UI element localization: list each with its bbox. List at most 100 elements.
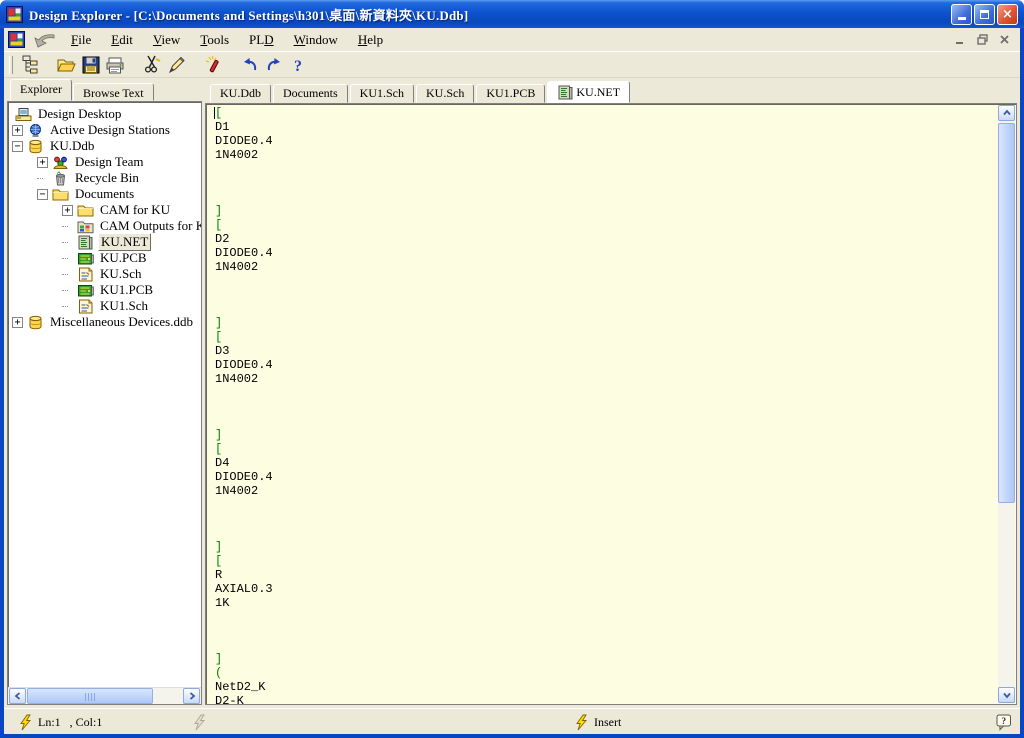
menu-bar: FileEditViewToolsPLDWindowHelp [4,28,1020,52]
expand-toggle[interactable]: + [62,205,73,216]
tree-item-ku-net[interactable]: KU.NET [8,234,201,250]
document-tab-ku-net[interactable]: KU.NET [547,81,630,103]
help-button[interactable]: ? [286,54,310,76]
editor-line: 1N4002 [215,260,997,274]
help-button[interactable]: ? [996,709,1012,734]
editor-line: [ [215,442,997,456]
document-tab-ku1-pcb[interactable]: KU1.PCB [476,84,545,103]
lightning-icon [574,714,589,731]
tree-item-recycle-bin[interactable]: Recycle Bin [8,170,201,186]
menu-help[interactable]: Help [348,30,393,50]
editor-line [215,302,997,316]
protel-logo-icon [8,31,25,48]
sch-icon [77,299,94,314]
run-button[interactable] [201,54,225,76]
menu-edit[interactable]: Edit [101,30,143,50]
pcb-icon [77,251,94,266]
lightning-disabled-icon [192,714,207,731]
close-button[interactable]: × [997,4,1018,25]
save-button[interactable] [79,54,103,76]
insert-mode-indicator: Insert [594,715,621,730]
help-bubble-icon: ? [996,714,1012,731]
panel-tab-browse-text[interactable]: Browse Text [73,83,154,101]
expand-toggle[interactable]: + [12,317,23,328]
editor-line: ] [215,204,997,218]
collapse-toggle[interactable]: − [12,141,23,152]
editor-line: 1K [215,596,997,610]
tree-item-ku1-sch[interactable]: KU1.Sch [8,298,201,314]
open-icon [57,56,77,74]
expand-toggle[interactable]: + [37,157,48,168]
tree-item-ku-pcb[interactable]: KU.PCB [8,250,201,266]
scroll-right-button[interactable] [183,688,200,704]
redo-button[interactable] [262,54,286,76]
open-button[interactable] [55,54,79,76]
editor-line: R [215,568,997,582]
scroll-thumb[interactable] [27,688,153,704]
cut-button[interactable] [140,54,164,76]
tree-item-ku-sch[interactable]: KU.Sch [8,266,201,282]
tree-item-ku-ddb[interactable]: −KU.Ddb [8,138,201,154]
editor-vertical-scrollbar[interactable] [998,105,1015,703]
tree-connector [62,274,68,275]
folder-icon [52,187,69,202]
editor-line: ] [215,428,997,442]
menu-view[interactable]: View [143,30,190,50]
tree-item-cam-for-ku[interactable]: +CAM for KU [8,202,201,218]
menu-file[interactable]: File [61,30,101,50]
minimize-button[interactable] [951,4,972,25]
tree-item-ku1-pcb[interactable]: KU1.PCB [8,282,201,298]
mdi-restore-button[interactable] [973,32,992,48]
tree-item-label: KU1.PCB [98,282,155,298]
document-tab-label: KU.Ddb [220,86,261,101]
editor-line [215,190,997,204]
menu-pld[interactable]: PLD [239,30,284,50]
explorer-tab-bar: ExplorerBrowse Text [7,80,202,101]
editor-line: ] [215,652,997,666]
document-tab-ku-sch[interactable]: KU.Sch [416,84,474,103]
editor-line: D4 [215,456,997,470]
mdi-close-button[interactable] [995,32,1014,48]
undo-button[interactable] [238,54,262,76]
scroll-up-button[interactable] [998,105,1015,121]
mdi-minimize-button[interactable] [951,32,970,48]
tree-horizontal-scrollbar[interactable] [8,687,201,704]
netlist-editor[interactable]: [D1DIODE0.41N4002 ][D2DIODE0.41N4002 ][D… [205,103,1017,705]
expand-toggle[interactable]: + [12,125,23,136]
folder-icon [77,203,94,218]
maximize-button[interactable] [974,4,995,25]
document-tab-ku-ddb[interactable]: KU.Ddb [210,84,271,103]
scroll-left-button[interactable] [9,688,26,704]
cut-icon [143,55,162,74]
scroll-thumb[interactable] [998,123,1015,503]
editor-line: [ [215,330,997,344]
tree-item-documents[interactable]: −Documents [8,186,201,202]
scroll-down-button[interactable] [998,687,1015,703]
tree-item-miscellaneous-devices-ddb[interactable]: +Miscellaneous Devices.ddb [8,314,201,330]
status-bar: Ln:1 , Col:1 Insert ? [4,708,1020,734]
tree-item-cam-outputs-for-ku[interactable]: CAM Outputs for KU [8,218,201,234]
toolbar-grip[interactable] [9,56,13,74]
tree-item-label: KU1.Sch [98,298,150,314]
collapse-toggle[interactable]: − [37,189,48,200]
tree-item-design-team[interactable]: +Design Team [8,154,201,170]
explorer-panel: ExplorerBrowse Text Design Desktop+Activ… [7,80,202,705]
tree-item-design-desktop[interactable]: Design Desktop [8,106,201,122]
document-tab-label: Documents [283,86,338,101]
editor-line: AXIAL0.3 [215,582,997,596]
editor-line [215,386,997,400]
print-button[interactable] [103,54,127,76]
editor-text[interactable]: [D1DIODE0.41N4002 ][D2DIODE0.41N4002 ][D… [208,104,997,704]
tree-item-active-design-stations[interactable]: +Active Design Stations [8,122,201,138]
explorer-toggle-button[interactable] [18,54,42,76]
menu-tools[interactable]: Tools [190,30,239,50]
panel-tab-explorer[interactable]: Explorer [10,79,72,101]
document-tab-documents[interactable]: Documents [273,84,348,103]
tree-connector [62,226,68,227]
editor-line [215,610,997,624]
document-tab-ku1-sch[interactable]: KU1.Sch [350,84,414,103]
cam-icon [77,219,94,234]
menu-window[interactable]: Window [284,30,348,50]
pen-button[interactable] [164,54,188,76]
design-arrow-icon[interactable] [33,32,57,48]
